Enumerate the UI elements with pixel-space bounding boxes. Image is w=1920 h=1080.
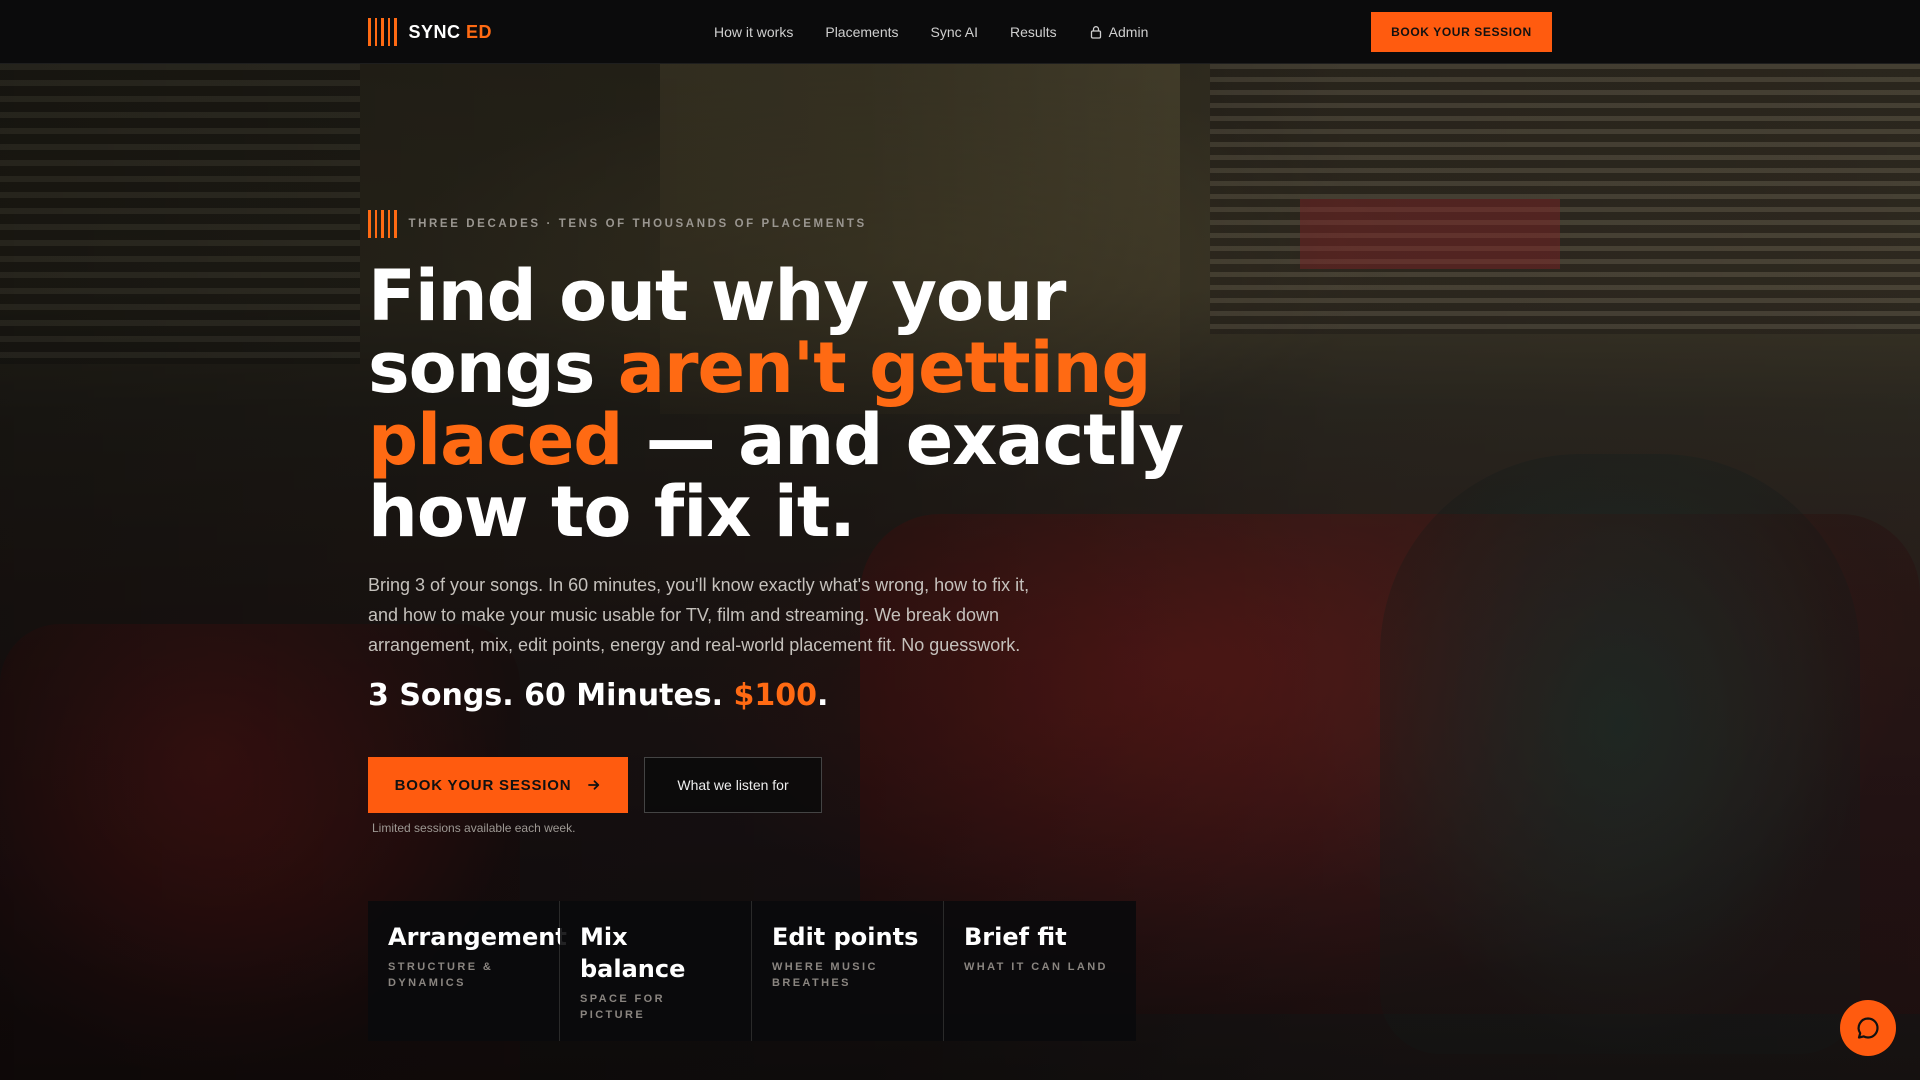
price-amount: $100 <box>733 678 818 713</box>
feature-card-subtitle: WHERE MUSIC BREATHES <box>772 961 878 989</box>
chat-button[interactable] <box>1840 1000 1896 1056</box>
book-session-button-label: BOOK YOUR SESSION <box>394 776 572 794</box>
nav-links: How it works Placements Sync AI Results … <box>714 0 1180 64</box>
feature-card-mix-balance: Mix balance SPACE FOR PICTURE <box>560 901 752 1041</box>
feature-card-edit-points: Edit points WHERE MUSIC BREATHES <box>752 901 944 1041</box>
nav-link-results[interactable]: Results <box>1010 24 1057 40</box>
logo-bars-icon <box>368 18 397 46</box>
chat-icon <box>1857 1017 1879 1039</box>
price-suffix: . <box>817 678 829 713</box>
logo-text-accent: ED <box>466 21 493 42</box>
logo-text-main: SYNC <box>408 21 461 42</box>
price-line: 3 Songs. 60 Minutes. $100. <box>368 678 1268 713</box>
hero-headline: Find out why your songs aren't getting p… <box>368 260 1188 548</box>
logo[interactable]: SYNC ED <box>368 18 492 46</box>
feature-card-arrangement: Arrangement STRUCTURE & DYNAMICS <box>368 901 567 1041</box>
price-prefix: 3 Songs. 60 Minutes. <box>368 678 734 713</box>
feature-card-subtitle: STRUCTURE & DYNAMICS <box>388 961 494 989</box>
nav-link-sync-ai[interactable]: Sync AI <box>931 24 978 40</box>
nav-link-admin[interactable]: Admin <box>1089 24 1149 40</box>
feature-card-subtitle: SPACE FOR PICTURE <box>580 993 665 1021</box>
feature-card-title: Mix balance <box>580 923 686 983</box>
nav-link-how-it-works[interactable]: How it works <box>714 24 793 40</box>
book-session-button[interactable]: BOOK YOUR SESSION <box>368 757 628 813</box>
eyebrow-bars-icon <box>368 210 397 238</box>
book-session-nav-button[interactable]: BOOK YOUR SESSION <box>1371 12 1552 52</box>
feature-card-subtitle: WHAT IT CAN LAND <box>964 961 1108 973</box>
availability-note: Limited sessions available each week. <box>372 821 576 835</box>
hero-description: Bring 3 of your songs. In 60 minutes, yo… <box>368 575 1030 655</box>
arrow-right-icon <box>588 780 600 790</box>
top-navigation: SYNC ED How it works Placements Sync AI … <box>0 0 1920 64</box>
feature-card-brief-fit: Brief fit WHAT IT CAN LAND <box>944 901 1136 1041</box>
feature-card-title: Brief fit <box>964 923 1067 951</box>
eyebrow: THREE DECADES · TENS OF THOUSANDS OF PLA… <box>368 210 1268 238</box>
feature-cards: Arrangement STRUCTURE & DYNAMICS Mix bal… <box>368 901 1136 1041</box>
what-we-listen-for-button[interactable]: What we listen for <box>644 757 822 813</box>
feature-card-title: Edit points <box>772 923 919 951</box>
logo-text: SYNC ED <box>409 22 493 43</box>
nav-link-admin-label: Admin <box>1108 24 1149 40</box>
eyebrow-text: THREE DECADES · TENS OF THOUSANDS OF PLA… <box>408 218 867 230</box>
nav-link-placements[interactable]: Placements <box>825 24 898 40</box>
feature-card-title: Arrangement <box>388 923 567 951</box>
hero-cta-row: BOOK YOUR SESSION What we listen for <box>368 757 822 813</box>
hero-section: THREE DECADES · TENS OF THOUSANDS OF PLA… <box>368 210 1268 713</box>
lock-icon <box>1090 26 1101 39</box>
